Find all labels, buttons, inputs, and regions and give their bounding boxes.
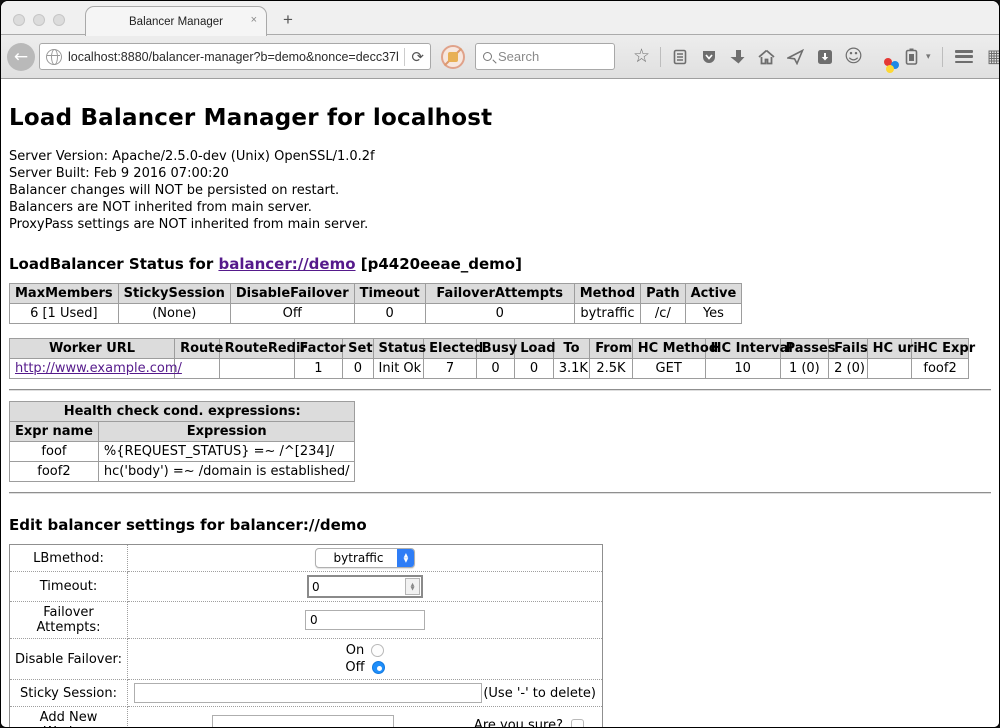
browser-window: Balancer Manager × + ← localhost:8880/ba… (0, 0, 1000, 728)
section-divider (9, 492, 991, 494)
section-divider (9, 389, 991, 391)
tab-title: Balancer Manager (129, 16, 223, 28)
on-label: On (346, 642, 364, 659)
page-content: Load Balancer Manager for localhost Serv… (1, 79, 999, 727)
navigation-toolbar: ← localhost:8880/balancer-manager?b=demo… (1, 35, 999, 79)
table-row: 6 [1 Used] (None) Off 0 0 bytraffic /c/ … (10, 304, 742, 324)
loadbalancer-status-heading: LoadBalancer Status for balancer://demo … (9, 255, 991, 273)
worker-table: Worker URL Route RouteRedir Factor Set S… (9, 338, 969, 379)
urlbar-divider (404, 48, 405, 66)
lbmethod-selected-value: bytraffic (316, 551, 398, 565)
select-stepper-icon: ▲▼ (397, 548, 414, 568)
sticky-session-input[interactable] (134, 683, 482, 703)
failover-attempts-row: Failover Attempts: (10, 602, 603, 639)
lbmethod-select[interactable]: bytraffic ▲▼ (315, 548, 416, 568)
timeout-row: Timeout: ▲▼ (10, 572, 603, 602)
timeout-label: Timeout: (10, 572, 128, 602)
table-row: foof2 hc('body') =~ /domain is establish… (10, 462, 355, 482)
back-button[interactable]: ← (7, 43, 35, 71)
balancer-status-table: MaxMembers StickySession DisableFailover… (9, 283, 742, 324)
search-placeholder: Search (498, 49, 539, 64)
zoom-window-button[interactable] (53, 14, 65, 26)
battery-clipboard-icon[interactable] (897, 48, 926, 65)
pocket-icon[interactable] (694, 49, 723, 65)
downloads-icon[interactable] (723, 49, 752, 65)
add-worker-row: Add New Worker: Are you sure? (10, 707, 603, 728)
toolbar-divider (942, 47, 943, 67)
content-blocked-icon[interactable] (441, 45, 465, 69)
number-stepper-icon[interactable]: ▲▼ (405, 578, 420, 595)
disable-failover-label: Disable Failover: (10, 639, 128, 680)
chevron-down-icon[interactable]: ▾ (926, 52, 938, 62)
server-built: Server Built: Feb 9 2016 07:00:20 (9, 166, 991, 182)
inherit-note: Balancers are NOT inherited from main se… (9, 200, 991, 216)
are-you-sure-label: Are you sure? (474, 718, 563, 728)
lbmethod-label: LBmethod: (10, 545, 128, 572)
toolbar-divider (660, 47, 661, 67)
minimize-window-button[interactable] (33, 14, 45, 26)
table-title-row: Health check cond. expressions: (10, 402, 355, 422)
edit-balancer-form: LBmethod: bytraffic ▲▼ Timeout: ▲▼ (9, 544, 603, 727)
tab-balancer-manager[interactable]: Balancer Manager × (85, 6, 267, 36)
proxypass-note: ProxyPass settings are NOT inherited fro… (9, 217, 991, 233)
add-worker-input[interactable] (212, 715, 394, 727)
disable-failover-on-radio[interactable] (371, 644, 384, 657)
save-panel-icon[interactable] (810, 49, 839, 65)
server-version: Server Version: Apache/2.5.0-dev (Unix) … (9, 149, 991, 165)
lbmethod-row: LBmethod: bytraffic ▲▼ (10, 545, 603, 572)
send-share-icon[interactable] (781, 49, 810, 65)
balancer-demo-link[interactable]: balancer://demo (218, 255, 355, 273)
search-icon (483, 52, 492, 61)
sticky-session-label: Sticky Session: (10, 680, 128, 707)
home-icon[interactable] (752, 49, 781, 65)
tab-close-icon[interactable]: × (251, 14, 257, 26)
timeout-input-wrap: ▲▼ (307, 575, 423, 598)
table-header-row: MaxMembers StickySession DisableFailover… (10, 284, 742, 304)
health-check-table: Health check cond. expressions: Expr nam… (9, 401, 355, 482)
bookmark-star-icon[interactable]: ☆ (627, 47, 656, 66)
page-title: Load Balancer Manager for localhost (9, 105, 991, 131)
add-worker-label: Add New Worker: (10, 707, 128, 728)
table-header-row: Expr name Expression (10, 422, 355, 442)
edit-balancer-heading: Edit balancer settings for balancer://de… (9, 516, 991, 534)
sticky-session-hint: (Use '-' to delete) (483, 686, 598, 701)
smiley-feedback-icon[interactable]: ☺ (839, 48, 868, 66)
window-controls[interactable] (13, 14, 65, 26)
toolbar-icons: ☆ ☺ ▾ (627, 47, 1000, 67)
table-row: http://www.example.com/ 1 0 Init Ok 7 0 … (10, 359, 969, 379)
reload-icon[interactable]: ⟳ (411, 48, 424, 66)
off-label: Off (345, 659, 364, 676)
table-row: foof %{REQUEST_STATUS} =~ /^[234]/ (10, 442, 355, 462)
timeout-input[interactable] (309, 578, 405, 596)
worker-url-link[interactable]: http://www.example.com/ (15, 361, 182, 376)
back-arrow-icon: ← (14, 47, 28, 67)
url-bar[interactable]: localhost:8880/balancer-manager?b=demo&n… (39, 43, 431, 70)
table-header-row: Worker URL Route RouteRedir Factor Set S… (10, 339, 969, 359)
failover-attempts-input[interactable] (305, 610, 425, 630)
disable-failover-off-radio[interactable] (372, 661, 385, 674)
persist-note: Balancer changes will NOT be persisted o… (9, 183, 991, 199)
close-window-button[interactable] (13, 14, 25, 26)
tiles-grid-icon[interactable]: ▦ (981, 48, 1000, 66)
sticky-session-row: Sticky Session: (Use '-' to delete) (10, 680, 603, 707)
url-text[interactable]: localhost:8880/balancer-manager?b=demo&n… (68, 50, 398, 64)
failover-attempts-label: Failover Attempts: (10, 602, 128, 639)
tab-strip: Balancer Manager × + (1, 1, 999, 35)
new-tab-button[interactable]: + (283, 10, 293, 30)
are-you-sure-checkbox[interactable] (571, 719, 584, 728)
reading-list-icon[interactable] (665, 49, 694, 65)
site-identity-globe-icon[interactable] (46, 49, 62, 65)
disable-failover-row: Disable Failover: On Off (10, 639, 603, 680)
search-bar[interactable]: Search (475, 43, 615, 70)
menu-hamburger-icon[interactable] (947, 50, 981, 63)
